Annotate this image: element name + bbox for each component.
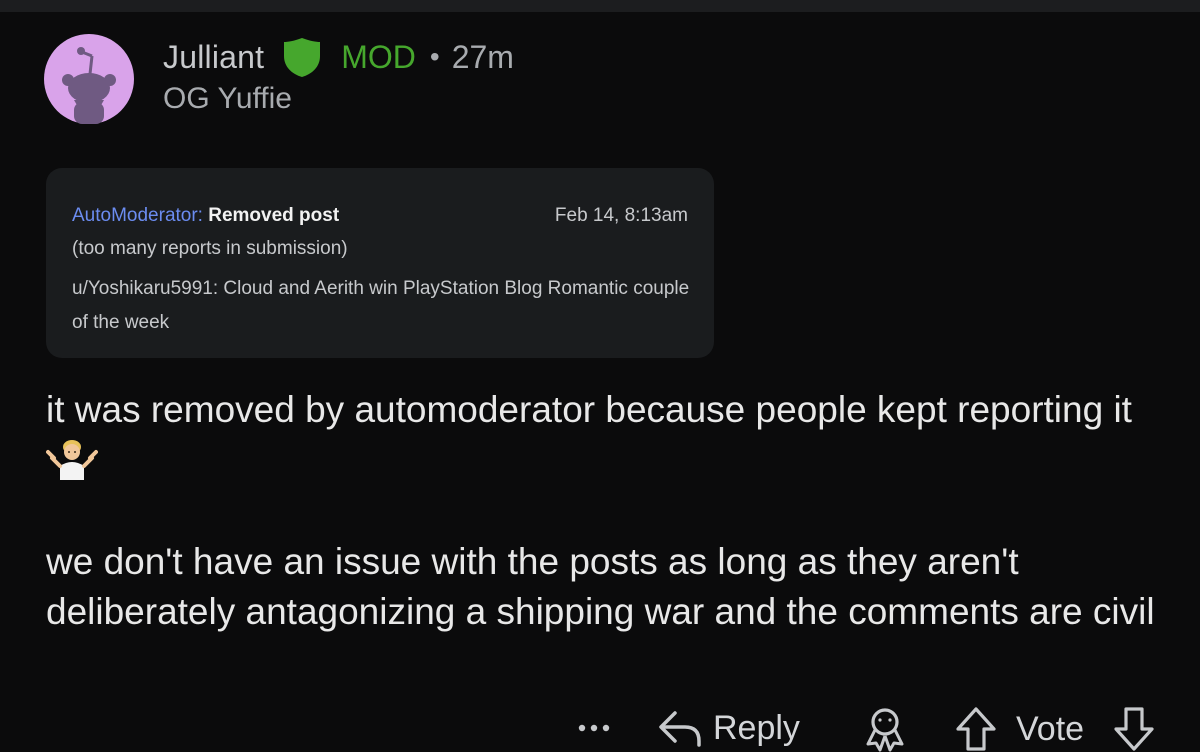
mod-log-post-title: u/Yoshikaru5991: Cloud and Aerith win Pl… (72, 278, 690, 333)
author-username[interactable]: Julliant (163, 39, 264, 76)
mod-log-header: AutoModerator: Removed post (72, 205, 339, 227)
person-shrugging-emoji-icon (46, 438, 98, 480)
mod-badge: MOD (341, 38, 416, 75)
mod-log-action: Removed post (208, 205, 340, 226)
award-icon[interactable] (862, 706, 908, 752)
more-dots-icon[interactable] (578, 716, 610, 740)
comment-paragraph: it was removed by automoderator because … (46, 385, 1156, 485)
mod-log-date: Feb 14, 8:13am (554, 205, 688, 226)
comment-body: it was removed by automoderator because … (46, 385, 1156, 637)
reply-button[interactable]: Reply (657, 704, 800, 752)
user-flair: OG Yuffie (163, 82, 292, 115)
upvote-arrow-icon[interactable] (954, 706, 998, 752)
mod-shield-icon (282, 36, 322, 78)
mod-log-card[interactable]: AutoModerator: Removed post Feb 14, 8:13… (46, 168, 714, 358)
comment-text-1: it was removed by automoderator because … (46, 389, 1132, 430)
comment-author-line: Julliant MOD • 27m (163, 36, 514, 78)
reply-label: Reply (713, 708, 800, 747)
vote-count-label: Vote (1016, 710, 1085, 748)
reddit-snoo-avatar-icon (44, 34, 134, 124)
downvote-arrow-icon[interactable] (1112, 706, 1156, 752)
comment-paragraph: we don't have an issue with the posts as… (46, 541, 1155, 632)
meta-separator: • (429, 41, 440, 72)
avatar[interactable] (44, 34, 134, 124)
comment-timestamp: 27m (451, 38, 514, 75)
mod-log-actor[interactable]: AutoModerator: (72, 205, 203, 226)
mod-log-reason: (too many reports in submission) (72, 238, 348, 259)
comment-action-bar: Reply Vote (0, 700, 1200, 752)
reply-arrow-icon (659, 711, 701, 747)
top-bar (0, 0, 1200, 12)
